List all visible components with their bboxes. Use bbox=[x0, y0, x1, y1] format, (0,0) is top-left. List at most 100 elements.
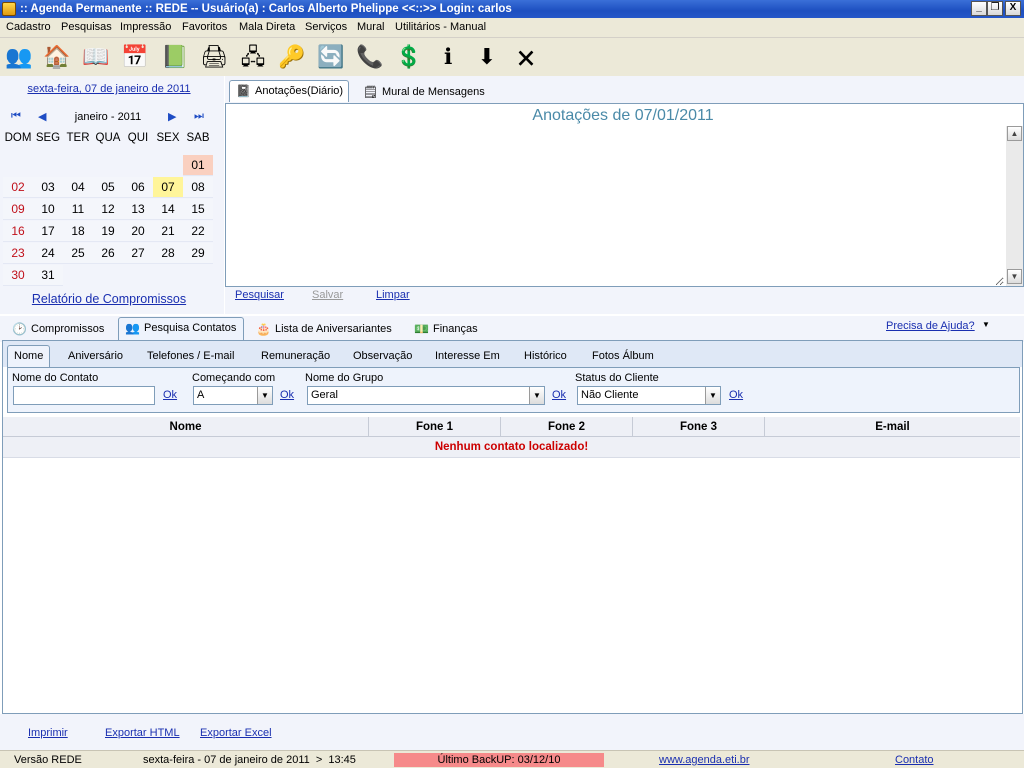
calendar-day[interactable]: 31 bbox=[33, 265, 63, 286]
menu-mural[interactable]: Mural bbox=[357, 21, 385, 33]
name-filter-input[interactable] bbox=[13, 386, 155, 405]
calendar-day[interactable]: 08 bbox=[183, 177, 213, 198]
dropdown-arrow-icon[interactable]: ▼ bbox=[529, 387, 544, 404]
calendar-day[interactable]: 02 bbox=[3, 177, 33, 198]
tab-pesquisa-contatos[interactable]: 👥 Pesquisa Contatos bbox=[118, 317, 244, 342]
status-select[interactable]: Não Cliente ▼ bbox=[577, 386, 721, 405]
calendar-day[interactable]: 23 bbox=[3, 243, 33, 264]
calendar-day[interactable]: 17 bbox=[33, 221, 63, 242]
export-html-link[interactable]: Exportar HTML bbox=[105, 727, 180, 739]
dropdown-arrow-icon[interactable]: ▼ bbox=[705, 387, 720, 404]
phone-icon[interactable]: 📞 bbox=[355, 42, 385, 72]
status-ok-link[interactable]: Ok bbox=[729, 389, 743, 401]
starting-select[interactable]: A ▼ bbox=[193, 386, 273, 405]
website-link[interactable]: www.agenda.eti.br bbox=[659, 754, 750, 766]
calendar-day[interactable]: 22 bbox=[183, 221, 213, 242]
calendar-day[interactable]: 09 bbox=[3, 199, 33, 220]
col-email[interactable]: E-mail bbox=[765, 417, 1020, 437]
notes-clear-link[interactable]: Limpar bbox=[376, 289, 410, 301]
calendar-day[interactable]: 27 bbox=[123, 243, 153, 264]
close-button[interactable]: X bbox=[1005, 1, 1021, 16]
calendar-day[interactable]: 05 bbox=[93, 177, 123, 198]
chevron-down-icon[interactable]: ▼ bbox=[982, 320, 990, 329]
subtab-remuneracao[interactable]: Remuneração bbox=[255, 347, 336, 367]
calendar-day[interactable]: 25 bbox=[63, 243, 93, 264]
subtab-aniversario[interactable]: Aniversário bbox=[62, 347, 129, 367]
first-month-icon[interactable]: ⏮ bbox=[11, 110, 21, 123]
tab-anotacoes[interactable]: 📓 Anotações(Diário) bbox=[229, 80, 349, 102]
tab-mural[interactable]: 🗒 Mural de Mensagens bbox=[357, 82, 497, 104]
minimize-button[interactable]: _ bbox=[971, 1, 987, 16]
calendar-day[interactable]: 06 bbox=[123, 177, 153, 198]
export-excel-link[interactable]: Exportar Excel bbox=[200, 727, 272, 739]
notebook-icon[interactable]: 📗 bbox=[160, 42, 190, 72]
col-nome[interactable]: Nome bbox=[3, 417, 369, 437]
col-fone3[interactable]: Fone 3 bbox=[633, 417, 765, 437]
current-date-link[interactable]: sexta-feira, 07 de janeiro de 2011 bbox=[0, 83, 218, 95]
name-ok-link[interactable]: Ok bbox=[163, 389, 177, 401]
notes-save-link[interactable]: Salvar bbox=[312, 289, 343, 301]
subtab-interesse[interactable]: Interesse Em bbox=[429, 347, 506, 367]
col-fone2[interactable]: Fone 2 bbox=[501, 417, 633, 437]
subtab-nome[interactable]: Nome bbox=[7, 345, 51, 367]
notes-scrollbar[interactable]: ▲ ▼ bbox=[1006, 126, 1023, 286]
calendar-day[interactable]: 16 bbox=[3, 221, 33, 242]
exit-icon[interactable]: 🗙 bbox=[511, 42, 541, 72]
printer-icon[interactable]: 🖨 bbox=[199, 42, 229, 72]
calendar-day[interactable]: 19 bbox=[93, 221, 123, 242]
scroll-up-icon[interactable]: ▲ bbox=[1007, 126, 1022, 141]
print-link[interactable]: Imprimir bbox=[28, 727, 68, 739]
last-month-icon[interactable]: ⏭ bbox=[194, 110, 204, 123]
sync-icon[interactable]: 🔄 bbox=[316, 42, 346, 72]
help-link[interactable]: Precisa de Ajuda? bbox=[886, 320, 975, 332]
menu-mala-direta[interactable]: Mala Direta bbox=[239, 21, 295, 33]
calendar-day[interactable]: 07 bbox=[153, 177, 183, 198]
prev-month-icon[interactable]: ◀ bbox=[38, 110, 46, 123]
menu-cadastro[interactable]: Cadastro bbox=[6, 21, 51, 33]
contact-link[interactable]: Contato bbox=[895, 754, 934, 766]
calendar-day[interactable]: 10 bbox=[33, 199, 63, 220]
calendar-day[interactable]: 15 bbox=[183, 199, 213, 220]
next-month-icon[interactable]: ▶ bbox=[168, 110, 176, 123]
calendar-day[interactable]: 01 bbox=[183, 155, 213, 176]
tab-financas[interactable]: 💵 Finanças bbox=[408, 319, 488, 341]
menu-utilitarios[interactable]: Utilitários - Manual bbox=[395, 21, 486, 33]
calendar-day[interactable]: 30 bbox=[3, 265, 33, 286]
calendar-day[interactable]: 13 bbox=[123, 199, 153, 220]
calendar-day[interactable]: 21 bbox=[153, 221, 183, 242]
users-icon[interactable]: 👥 bbox=[4, 42, 34, 72]
download-icon[interactable]: ⬇ bbox=[472, 42, 502, 72]
subtab-telefones[interactable]: Telefones / E-mail bbox=[141, 347, 240, 367]
menu-impressao[interactable]: Impressão bbox=[120, 21, 171, 33]
subtab-observacao[interactable]: Observação bbox=[347, 347, 418, 367]
calendar-day[interactable]: 20 bbox=[123, 221, 153, 242]
report-link[interactable]: Relatório de Compromissos bbox=[0, 292, 218, 306]
group-select[interactable]: Geral ▼ bbox=[307, 386, 545, 405]
calendar-day[interactable]: 28 bbox=[153, 243, 183, 264]
scroll-down-icon[interactable]: ▼ bbox=[1007, 269, 1022, 284]
notes-search-link[interactable]: Pesquisar bbox=[235, 289, 284, 301]
key-icon[interactable]: 🔑 bbox=[277, 42, 307, 72]
subtab-fotos[interactable]: Fotos Álbum bbox=[586, 347, 660, 367]
calendar-day[interactable]: 11 bbox=[63, 199, 93, 220]
home-icon[interactable]: 🏠 bbox=[42, 42, 72, 72]
notes-textarea[interactable] bbox=[228, 126, 1004, 286]
restore-button[interactable]: ❐ bbox=[987, 1, 1003, 16]
money-icon[interactable]: 💲 bbox=[394, 42, 424, 72]
network-icon[interactable]: 🖧 bbox=[238, 42, 268, 72]
calendar-day[interactable]: 24 bbox=[33, 243, 63, 264]
menu-servicos[interactable]: Serviços bbox=[305, 21, 347, 33]
calendar-icon[interactable]: 📅 bbox=[120, 42, 150, 72]
subtab-historico[interactable]: Histórico bbox=[518, 347, 573, 367]
menu-favoritos[interactable]: Favoritos bbox=[182, 21, 227, 33]
calendar-day[interactable]: 03 bbox=[33, 177, 63, 198]
address-book-icon[interactable]: 📖 bbox=[81, 42, 111, 72]
calendar-day[interactable]: 12 bbox=[93, 199, 123, 220]
tab-aniversariantes[interactable]: 🎂 Lista de Aniversariantes bbox=[250, 319, 402, 341]
info-icon[interactable]: ℹ bbox=[433, 42, 463, 72]
tab-compromissos[interactable]: 🕑 Compromissos bbox=[6, 319, 114, 341]
calendar-day[interactable]: 29 bbox=[183, 243, 213, 264]
calendar-day[interactable]: 14 bbox=[153, 199, 183, 220]
calendar-day[interactable]: 18 bbox=[63, 221, 93, 242]
calendar-day[interactable]: 04 bbox=[63, 177, 93, 198]
